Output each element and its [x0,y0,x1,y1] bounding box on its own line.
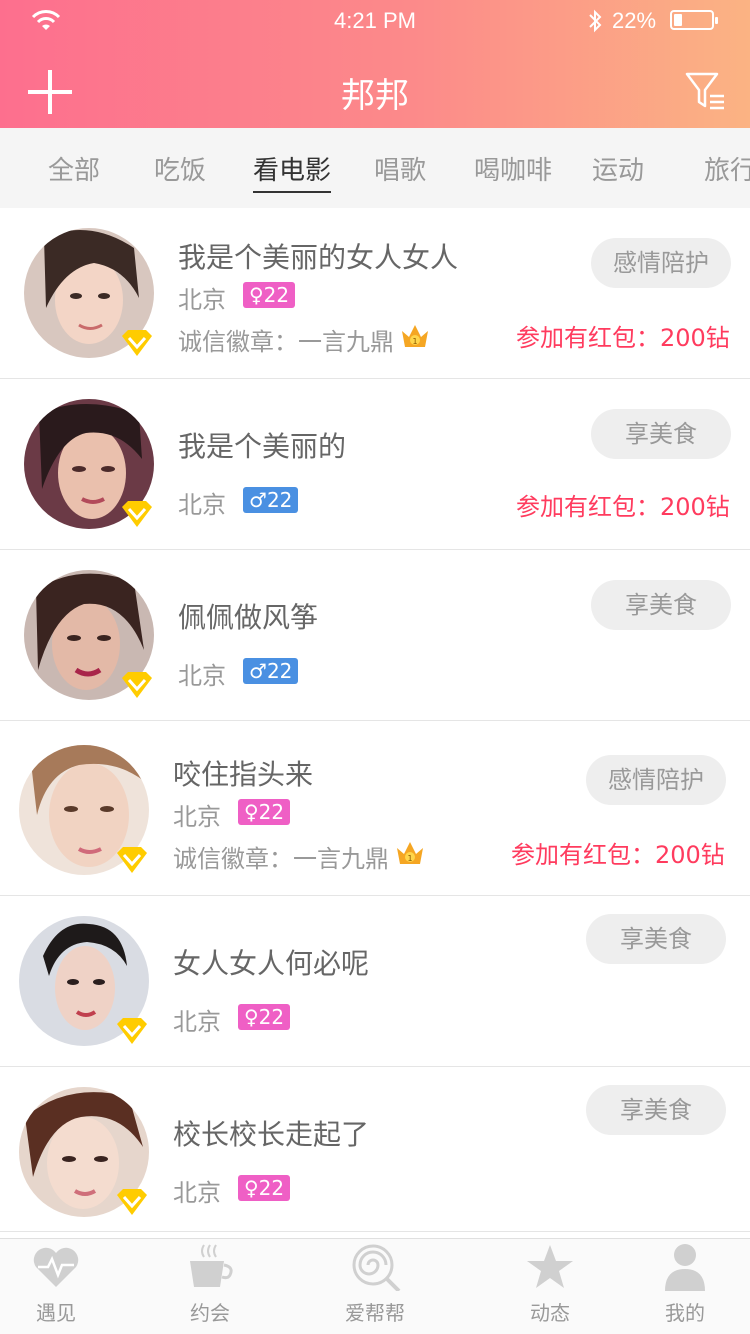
female-icon: ♀ [244,1005,259,1029]
tab-help[interactable]: 爱帮帮 [315,1239,435,1334]
list-item[interactable]: 我是个美丽的女人女人 北京 ♀22 诚信徽章：一言九鼎 1 感情陪护 参加有红包… [0,208,750,379]
crown-icon: 1 [397,842,423,864]
avatar[interactable] [19,745,149,875]
svg-text:1: 1 [407,854,412,863]
vip-diamond-icon [117,1189,147,1215]
tab-movie[interactable]: 看电影 [253,150,332,193]
list-item[interactable]: 校长校长走起了 北京 ♀22 享美食 [0,1067,750,1232]
female-icon: ♀ [244,800,259,824]
status-bar: 4:21 PM 22% [0,0,750,40]
filter-icon[interactable] [684,70,728,112]
battery-percent: 22% [612,8,657,33]
activity-button[interactable]: 享美食 [591,409,731,459]
tab-sport[interactable]: 运动 [592,150,644,187]
activity-button[interactable]: 享美食 [591,580,731,630]
activity-button[interactable]: 感情陪护 [586,755,726,805]
tab-eat[interactable]: 吃饭 [154,150,206,187]
tab-meet[interactable]: 遇见 [0,1239,116,1334]
red-packet-text[interactable]: 参加有红包：200钻 [511,835,725,870]
gender-age-badge: ♀22 [238,799,291,825]
list-item[interactable]: 我是个美丽的 北京 ♂22 享美食 参加有红包：200钻 [0,379,750,550]
tab-travel[interactable]: 旅行 [704,150,750,187]
user-list: 我是个美丽的女人女人 北京 ♀22 诚信徽章：一言九鼎 1 感情陪护 参加有红包… [0,208,750,1232]
star-icon [527,1245,573,1288]
avatar[interactable] [19,916,149,1046]
activity-button[interactable]: 享美食 [586,914,726,964]
crown-icon: 1 [402,325,428,347]
user-city: 北京 [178,662,226,690]
bottom-tab-bar: 遇见 约会 爱帮帮 动态 我的 [0,1238,750,1334]
vip-diamond-icon [122,672,152,698]
page-title: 邦邦 [341,76,409,116]
bluetooth-icon [589,9,602,33]
activity-button[interactable]: 享美食 [586,1085,726,1135]
tab-coffee[interactable]: 喝咖啡 [474,150,552,187]
category-tabs: 全部 吃饭 看电影 唱歌 喝咖啡 运动 旅行 [0,128,750,208]
gender-age-badge: ♂22 [243,487,299,513]
honor-badge-text: 诚信徽章：一言九鼎 [173,845,389,873]
user-name[interactable]: 我是个美丽的女人女人 [178,236,458,276]
avatar[interactable] [24,570,154,700]
user-city: 北京 [173,803,221,831]
user-name[interactable]: 我是个美丽的 [178,425,346,465]
red-packet-text[interactable]: 参加有红包：200钻 [516,318,730,353]
avatar[interactable] [24,228,154,358]
vip-diamond-icon [122,330,152,356]
avatar[interactable] [19,1087,149,1217]
user-name[interactable]: 咬住指头来 [173,753,313,793]
user-name[interactable]: 佩佩做风筝 [178,596,318,636]
vip-diamond-icon [122,501,152,527]
honor-badge-text: 诚信徽章：一言九鼎 [178,328,394,356]
svg-text:1: 1 [412,337,417,346]
male-icon: ♂ [249,659,267,683]
female-icon: ♀ [244,1176,259,1200]
vip-diamond-icon [117,1018,147,1044]
user-city: 北京 [173,1008,221,1036]
tab-date[interactable]: 约会 [150,1239,270,1334]
gender-age-badge: ♀22 [243,282,296,308]
coffee-cup-icon [190,1244,233,1287]
tab-moments[interactable]: 动态 [490,1239,610,1334]
activity-button[interactable]: 感情陪护 [591,238,731,288]
user-name[interactable]: 校长校长走起了 [173,1113,369,1153]
tab-all[interactable]: 全部 [48,150,100,187]
person-icon [665,1244,705,1291]
user-name[interactable]: 女人女人何必呢 [173,942,369,982]
tab-mine[interactable]: 我的 [625,1239,745,1334]
user-city: 北京 [173,1179,221,1207]
red-packet-text[interactable]: 参加有红包：200钻 [516,487,730,522]
lollipop-icon [352,1244,401,1291]
tab-sing[interactable]: 唱歌 [374,150,426,187]
user-city: 北京 [178,491,226,519]
avatar[interactable] [24,399,154,529]
list-item[interactable]: 咬住指头来 北京 ♀22 诚信徽章：一言九鼎 1 感情陪护 参加有红包：200钻 [0,721,750,896]
list-item[interactable]: 女人女人何必呢 北京 ♀22 享美食 [0,896,750,1067]
heart-pulse-icon [33,1247,79,1287]
male-icon: ♂ [249,488,267,512]
vip-diamond-icon [117,847,147,873]
gender-age-badge: ♂22 [243,658,299,684]
female-icon: ♀ [249,283,264,307]
list-item[interactable]: 佩佩做风筝 北京 ♂22 享美食 [0,550,750,721]
app-header: 4:21 PM 22% 邦邦 [0,0,750,128]
battery-icon [670,10,718,30]
gender-age-badge: ♀22 [238,1004,291,1030]
user-city: 北京 [178,286,226,314]
gender-age-badge: ♀22 [238,1175,291,1201]
